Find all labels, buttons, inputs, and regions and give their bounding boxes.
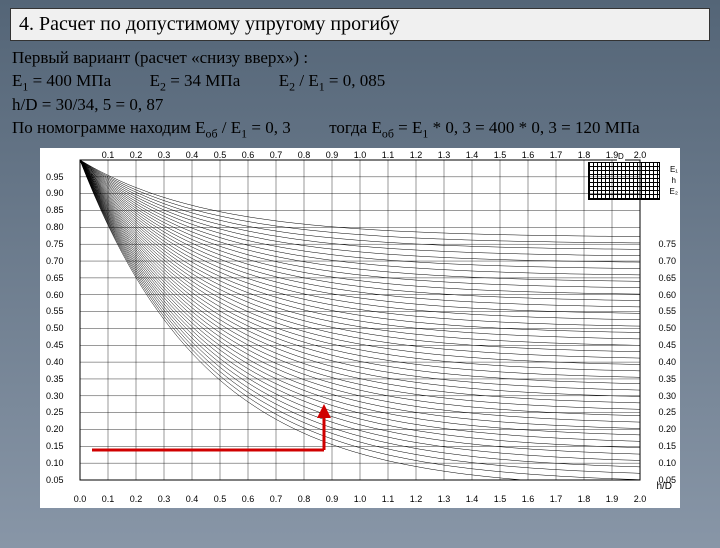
x-tick: 2.0 [634, 494, 647, 504]
y-tick-right: 0.10 [658, 458, 676, 468]
y-tick-right: 0.30 [658, 391, 676, 401]
y-tick-right: 0.60 [658, 290, 676, 300]
y-tick-right: 0.35 [658, 374, 676, 384]
y-tick: 0.60 [46, 290, 64, 300]
y-tick: 0.70 [46, 256, 64, 266]
x-tick: 0.6 [242, 150, 255, 160]
y-tick-right: 0.40 [658, 357, 676, 367]
legend-E1: E₁ [669, 165, 679, 174]
highlight-arrow-icon [317, 404, 331, 418]
x-tick: 0.8 [298, 494, 311, 504]
y-tick: 0.85 [46, 205, 64, 215]
e2: Е2 = 34 МПа [150, 71, 245, 90]
x-tick: 1.3 [438, 150, 451, 160]
x-tick: 1.0 [354, 494, 367, 504]
x-tick: 2.0 [634, 150, 647, 160]
nomogram-chart: D E₁ h E₂ h/D 0.00.10.10.20.20.30.30.40.… [40, 148, 680, 508]
y-tick: 0.80 [46, 222, 64, 232]
x-tick: 0.2 [130, 150, 143, 160]
x-tick: 1.6 [522, 150, 535, 160]
y-tick: 0.25 [46, 407, 64, 417]
x-tick: 1.7 [550, 150, 563, 160]
x-tick: 1.8 [578, 150, 591, 160]
x-tick: 1.2 [410, 150, 423, 160]
y-tick-right: 0.50 [658, 323, 676, 333]
x-tick: 0.9 [326, 494, 339, 504]
y-tick: 0.90 [46, 188, 64, 198]
y-tick: 0.20 [46, 424, 64, 434]
hd-line: h/D = 30/34, 5 = 0, 87 [12, 95, 163, 114]
x-tick: 1.1 [382, 150, 395, 160]
x-tick: 0.4 [186, 150, 199, 160]
legend-h: h [671, 176, 677, 185]
x-tick: 1.6 [522, 494, 535, 504]
x-tick: 0.7 [270, 494, 283, 504]
x-tick: 1.1 [382, 494, 395, 504]
x-tick: 0.1 [102, 150, 115, 160]
x-tick: 0.3 [158, 494, 171, 504]
x-tick: 0.2 [130, 494, 143, 504]
x-tick: 0.9 [326, 150, 339, 160]
y-tick: 0.65 [46, 273, 64, 283]
x-tick: 0.6 [242, 494, 255, 504]
x-tick: 0.3 [158, 150, 171, 160]
y-tick-right: 0.15 [658, 441, 676, 451]
nomo-line: По номограмме находим Еоб / Е1 = 0, 3 [12, 118, 295, 137]
y-tick-right: 0.55 [658, 306, 676, 316]
section-title-box: 4. Расчет по допустимому упругому прогиб… [10, 8, 710, 41]
legend-E2: E₂ [669, 187, 679, 196]
y-tick: 0.35 [46, 374, 64, 384]
y-tick-right: 0.20 [658, 424, 676, 434]
x-tick: 0.8 [298, 150, 311, 160]
x-tick: 0.7 [270, 150, 283, 160]
x-tick: 0.5 [214, 150, 227, 160]
y-tick-right: 0.05 [658, 475, 676, 485]
y-tick: 0.40 [46, 357, 64, 367]
y-tick: 0.95 [46, 172, 64, 182]
x-tick: 1.9 [606, 494, 619, 504]
x-tick: 1.2 [410, 494, 423, 504]
e-ratio: Е2 / Е1 = 0, 085 [279, 71, 386, 90]
y-tick-right: 0.65 [658, 273, 676, 283]
x-tick: 1.5 [494, 150, 507, 160]
x-tick: 0.1 [102, 494, 115, 504]
x-tick: 1.9 [606, 150, 619, 160]
x-tick: 1.4 [466, 150, 479, 160]
y-tick: 0.55 [46, 306, 64, 316]
x-tick: 0.5 [214, 494, 227, 504]
y-tick-right: 0.75 [658, 239, 676, 249]
x-tick: 0.4 [186, 494, 199, 504]
x-tick: 1.3 [438, 494, 451, 504]
then-line: тогда Еоб = Е1 * 0, 3 = 400 * 0, 3 = 120… [329, 118, 639, 137]
x-tick: 0.0 [74, 494, 87, 504]
chart-legend: D E₁ h E₂ [588, 162, 660, 200]
x-tick: 1.7 [550, 494, 563, 504]
x-tick: 1.4 [466, 494, 479, 504]
y-tick-right: 0.45 [658, 340, 676, 350]
y-tick-right: 0.25 [658, 407, 676, 417]
x-tick: 1.8 [578, 494, 591, 504]
section-title: 4. Расчет по допустимому упругому прогиб… [19, 13, 399, 35]
x-tick: 1.5 [494, 494, 507, 504]
y-tick: 0.05 [46, 475, 64, 485]
y-tick: 0.50 [46, 323, 64, 333]
e1: Е1 = 400 МПа [12, 71, 115, 90]
y-tick: 0.45 [46, 340, 64, 350]
variant-line: Первый вариант (расчет «снизу вверх») : [12, 48, 308, 67]
y-tick: 0.75 [46, 239, 64, 249]
calc-paragraph: Первый вариант (расчет «снизу вверх») : … [12, 47, 708, 142]
x-tick: 1.0 [354, 150, 367, 160]
y-tick: 0.10 [46, 458, 64, 468]
y-tick-right: 0.70 [658, 256, 676, 266]
chart-curves [80, 160, 640, 480]
y-tick: 0.15 [46, 441, 64, 451]
y-tick: 0.30 [46, 391, 64, 401]
